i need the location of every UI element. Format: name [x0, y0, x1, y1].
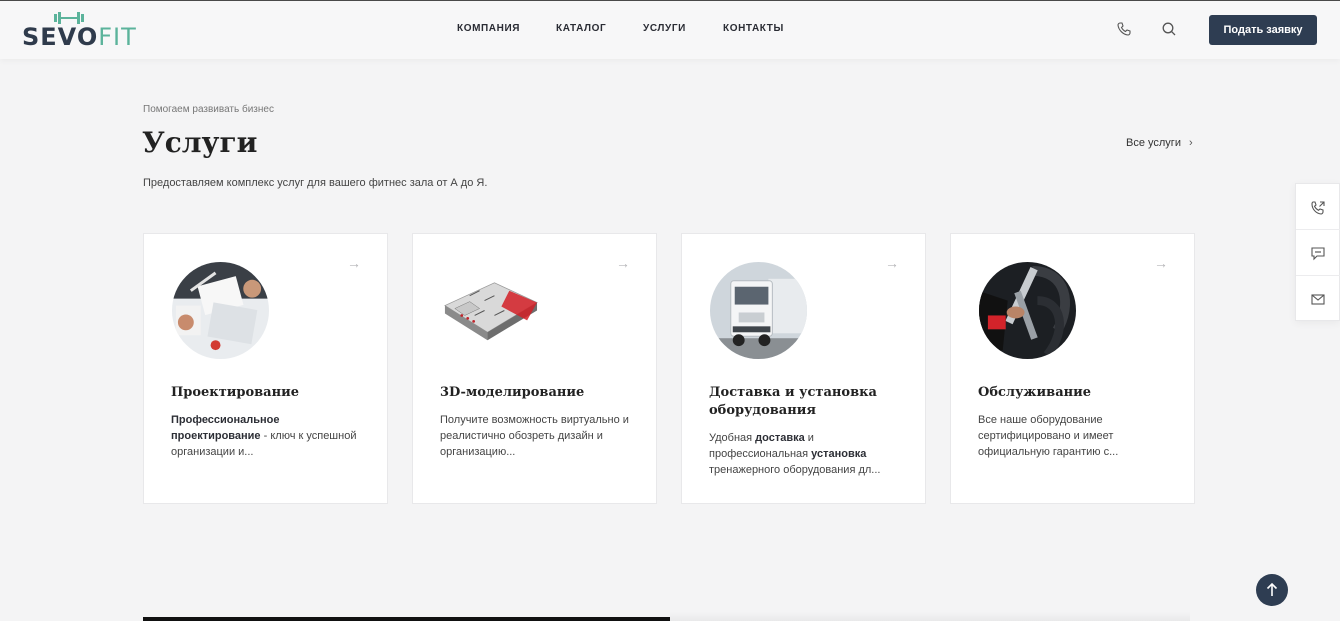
- card-title: Доставка и установка оборудования: [709, 385, 877, 418]
- design-meeting-image: [171, 261, 270, 360]
- card-title: Проектирование: [171, 385, 300, 400]
- submit-request-button[interactable]: Подать заявку: [1209, 15, 1317, 45]
- card-description: Профессиональное проектирование - ключ к…: [171, 412, 361, 460]
- section-eyebrow: Помогаем развивать бизнес: [143, 104, 274, 115]
- arrow-right-icon: →: [885, 255, 899, 271]
- desc-bold: установка: [811, 448, 867, 460]
- card-title: Обслуживание: [978, 385, 1092, 400]
- nav-item-company[interactable]: КОМПАНИЯ: [457, 23, 520, 34]
- maintenance-image: [978, 261, 1077, 360]
- service-card-design[interactable]: → Проектирование Профессиональное проект…: [143, 233, 388, 504]
- arrow-right-icon: →: [616, 255, 630, 271]
- next-section-edge: [143, 617, 670, 621]
- service-card-3d[interactable]: → 3D-моделирование Получите возможность …: [412, 233, 657, 504]
- nav-item-catalog[interactable]: КАТАЛОГ: [556, 23, 606, 34]
- 3d-gym-model-image: [444, 282, 538, 341]
- callback-icon[interactable]: [1310, 200, 1326, 216]
- nav-item-services[interactable]: УСЛУГИ: [643, 23, 686, 34]
- section-title: Услуги: [142, 126, 258, 159]
- delivery-truck-image: [709, 261, 808, 360]
- nav-item-contacts[interactable]: КОНТАКТЫ: [723, 23, 784, 34]
- mail-icon[interactable]: [1310, 291, 1326, 307]
- card-description: Все наше оборудование сертифицировано и …: [978, 414, 1119, 458]
- logo-text-fit: FIT: [98, 23, 137, 51]
- phone-icon[interactable]: [1116, 21, 1132, 37]
- arrow-right-icon: →: [1154, 255, 1168, 271]
- desc-text: тренажерного оборудования дл...: [709, 464, 881, 476]
- search-icon[interactable]: [1161, 21, 1177, 37]
- card-title: 3D-моделирование: [440, 385, 585, 400]
- site-header: SEVOFIT КОМПАНИЯ КАТАЛОГ УСЛУГИ КОНТАКТЫ…: [0, 0, 1340, 59]
- all-services-label: Все услуги: [1126, 137, 1181, 149]
- all-services-link[interactable]: Все услуги ›: [1126, 137, 1193, 149]
- chevron-right-icon: ›: [1188, 137, 1193, 149]
- next-section-shadow: [670, 612, 1190, 621]
- service-card-delivery[interactable]: → Доставка и установка оборудования Удоб…: [681, 233, 926, 504]
- arrow-up-icon: [1266, 582, 1278, 596]
- divider: [1296, 275, 1340, 276]
- logo-text: SEVOFIT: [22, 25, 137, 49]
- logo[interactable]: SEVOFIT: [22, 11, 136, 51]
- scroll-to-top-button[interactable]: [1256, 574, 1288, 606]
- service-card-maintenance[interactable]: → Обслуживание Все наше оборудование сер…: [950, 233, 1195, 504]
- side-contact-widget: [1295, 183, 1340, 321]
- card-description: Получите возможность виртуально и реалис…: [440, 414, 629, 458]
- divider: [1296, 229, 1340, 230]
- card-description: Удобная доставка и профессиональная уста…: [709, 430, 899, 478]
- desc-text: Удобная: [709, 432, 756, 444]
- chat-icon[interactable]: [1310, 245, 1326, 261]
- desc-bold: доставка: [755, 432, 805, 444]
- arrow-right-icon: →: [347, 255, 361, 271]
- section-subtitle: Предоставляем комплекс услуг для вашего …: [143, 177, 488, 189]
- logo-text-sevo: SEVO: [22, 23, 99, 51]
